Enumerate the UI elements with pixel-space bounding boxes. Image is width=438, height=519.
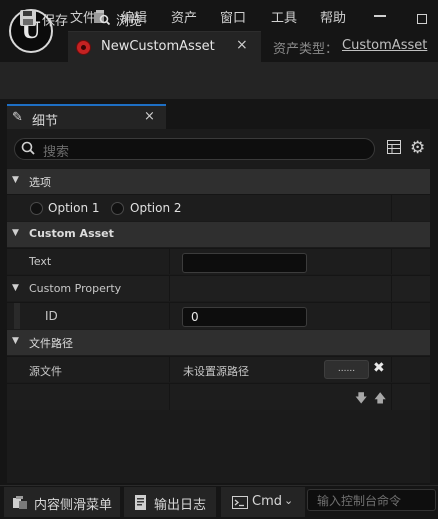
id-number-input[interactable]: 0 (182, 307, 307, 327)
divider (169, 357, 170, 382)
property-name: Text (29, 255, 52, 268)
divider (169, 249, 170, 274)
category-file-path[interactable]: ▼ 文件路径 (7, 329, 430, 355)
divider (391, 303, 392, 329)
property-name: 源文件 (29, 365, 62, 378)
menu-window[interactable]: 窗口 (220, 7, 246, 26)
asset-type-label: 资产类型： (273, 42, 339, 57)
collapse-arrow-icon: ▼ (12, 175, 19, 185)
divider (169, 303, 170, 329)
cmd-label: Cmd (252, 494, 282, 509)
browse-source-button[interactable]: ...... (324, 360, 369, 379)
save-label: 保存 (42, 14, 69, 29)
divider (169, 384, 170, 410)
maximize-icon[interactable] (417, 14, 427, 24)
option-1-label[interactable]: Option 1 (48, 201, 100, 215)
divider (169, 276, 170, 301)
output-log-label: 输出日志 (154, 498, 207, 513)
indent-bar (14, 303, 20, 330)
content-drawer-button[interactable]: 内容侧滑菜单 (4, 487, 120, 517)
divider (391, 276, 392, 301)
menu-tools[interactable]: 工具 (271, 7, 297, 26)
option-2-label[interactable]: Option 2 (130, 201, 182, 215)
category-options[interactable]: ▼ 选项 (7, 168, 430, 194)
property-row-id: ID 0 (7, 302, 430, 330)
property-name: Custom Property (29, 282, 122, 295)
search-input[interactable]: 搜索 (14, 138, 375, 160)
console-placeholder: 输入控制台命令 (317, 494, 402, 508)
settings-gear-icon[interactable]: ⚙ (410, 138, 425, 158)
category-label: 文件路径 (29, 337, 73, 350)
menu-file[interactable]: 文件 (70, 7, 96, 26)
minimize-icon[interactable] (374, 15, 386, 17)
category-label: 选项 (29, 176, 51, 189)
property-row-text: Text (7, 248, 430, 274)
browse-label: 浏览 (116, 14, 143, 29)
content-drawer-icon (13, 496, 27, 513)
console-icon (232, 496, 248, 513)
console-command-input[interactable]: 输入控制台命令 (307, 489, 436, 511)
output-log-button[interactable]: 输出日志 (124, 487, 216, 517)
content-drawer-label: 内容侧滑菜单 (34, 498, 113, 513)
collapse-arrow-icon: ▼ (12, 283, 19, 293)
category-custom-asset[interactable]: ▼ Custom Asset (7, 221, 430, 247)
divider (391, 384, 392, 410)
save-button[interactable]: 保存 (20, 8, 70, 30)
search-placeholder: 搜索 (43, 145, 70, 160)
search-icon (21, 141, 35, 159)
details-tab[interactable]: ✎ 细节 × (7, 104, 166, 129)
browse-icon (94, 10, 111, 26)
property-row-source-file: 源文件 未设置源路径 ...... ✖ (7, 356, 430, 382)
close-details-icon[interactable]: × (144, 109, 155, 124)
browse-button[interactable]: 浏览 (94, 8, 148, 30)
pencil-icon: ✎ (12, 110, 23, 125)
output-log-icon (135, 495, 148, 514)
divider (391, 357, 392, 382)
option-1-radio[interactable] (30, 202, 43, 215)
details-tab-label: 细节 (32, 114, 59, 129)
move-up-icon[interactable]: 🡅 (374, 389, 386, 410)
collapse-arrow-icon: ▼ (12, 336, 19, 346)
menu-asset[interactable]: 资产 (171, 7, 197, 26)
property-name: ID (45, 309, 58, 323)
save-icon (20, 10, 36, 26)
cmd-dropdown[interactable]: Cmd ⌄ (221, 487, 305, 517)
toolbar (0, 62, 438, 99)
menu-help[interactable]: 帮助 (320, 7, 346, 26)
asset-tab-label: NewCustomAsset (101, 39, 215, 54)
property-row-custom-property[interactable]: ▼ Custom Property (7, 275, 430, 301)
table-view-icon[interactable] (387, 140, 401, 158)
source-path-value: 未设置源路径 (183, 365, 249, 378)
custom-asset-icon (76, 40, 91, 55)
move-down-icon[interactable]: 🡇 (355, 389, 367, 410)
reorder-row: 🡇 🡅 (7, 383, 430, 410)
asset-editor-tab[interactable]: NewCustomAsset × (68, 31, 261, 62)
collapse-arrow-icon: ▼ (12, 228, 19, 238)
asset-type-link[interactable]: CustomAsset (342, 38, 427, 53)
options-row: Option 1 Option 2 (7, 194, 430, 221)
category-label: Custom Asset (29, 227, 114, 240)
clear-path-icon[interactable]: ✖ (373, 360, 385, 376)
close-tab-icon[interactable]: × (236, 37, 248, 53)
divider (391, 249, 392, 274)
option-2-radio[interactable] (111, 202, 124, 215)
divider (391, 195, 392, 221)
text-input[interactable] (182, 253, 307, 273)
chevron-down-icon: ⌄ (284, 494, 294, 507)
